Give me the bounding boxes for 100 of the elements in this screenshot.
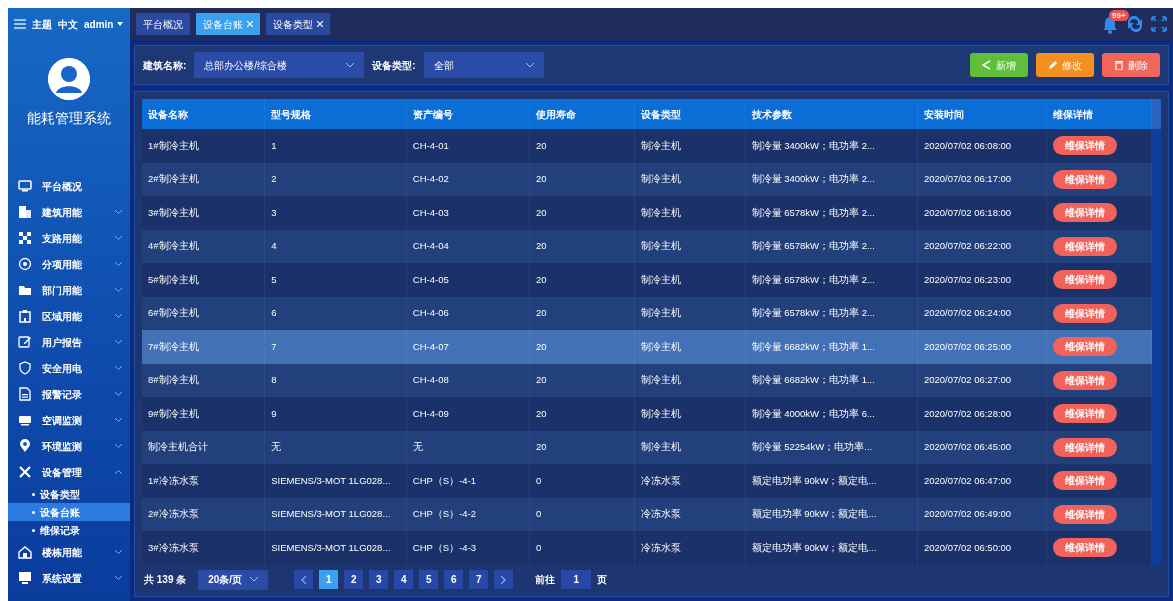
table-cell: 5 <box>265 263 407 297</box>
table-cell: 2020/07/02 06:50:00 <box>917 531 1048 565</box>
table-cell: 20 <box>530 196 635 230</box>
user-menu[interactable]: admin <box>84 16 124 32</box>
theme-link[interactable]: 主题 <box>32 16 52 32</box>
table-cell: 额定电功率 90kW；额定电... <box>745 464 918 498</box>
page-button[interactable]: 7 <box>469 570 489 589</box>
tab[interactable]: 平台概况 <box>136 13 190 35</box>
table-row[interactable]: 9#制冷主机 9 CH-4-09 20 制冷主机 制冷量 4000kW；电功率 6... 2020/07/02 06:28:00 维保详情 <box>142 397 1152 431</box>
table-cell: 20 <box>530 397 635 431</box>
table-row[interactable]: 3#制冷主机 3 CH-4-03 20 制冷主机 制冷量 6578kW；电功率 2... 2020/07/02 06:18:00 维保详情 <box>142 196 1152 230</box>
sidebar-item[interactable]: 建筑用能 <box>8 199 130 225</box>
folder-icon <box>18 283 32 297</box>
table-row[interactable]: 制冷主机合计 无 无 20 制冷主机 制冷量 52254kW；电功率... 2020/07/02 06:45:00 维保详情 <box>142 430 1152 464</box>
table-row[interactable]: 7#制冷主机 7 CH-4-07 20 制冷主机 制冷量 6682kW；电功率 1... 2020/07/02 06:25:00 维保详情 <box>142 330 1152 364</box>
table-cell: 20 <box>530 129 635 163</box>
chevron-down-icon <box>250 577 259 582</box>
submenu-item[interactable]: 维保记录 <box>8 521 130 539</box>
monitor-icon <box>18 179 32 193</box>
goto-label: 前往 <box>535 573 556 587</box>
house-icon <box>18 545 32 559</box>
tab[interactable]: 设备类型 <box>266 13 330 35</box>
page-button[interactable]: 2 <box>344 570 364 589</box>
page-input[interactable]: 1 <box>561 570 592 589</box>
sidebar-item[interactable]: 支路用能 <box>8 225 130 251</box>
sidebar-item[interactable]: 楼栋用能 <box>8 539 130 565</box>
sidebar-item[interactable]: 区域用能 <box>8 303 130 329</box>
table-row[interactable]: 1#制冷主机 1 CH-4-01 20 制冷主机 制冷量 3400kW；电功率 2... 2020/07/02 06:08:00 维保详情 <box>142 129 1152 163</box>
table-cell: 1#制冷主机 <box>142 129 266 163</box>
table-cell: 冷冻水泵 <box>634 531 746 565</box>
page-button[interactable]: 4 <box>394 570 414 589</box>
table-cell: 3 <box>265 196 407 230</box>
page-button[interactable]: 3 <box>369 570 389 589</box>
table-row[interactable]: 1#冷冻水泵 SIEMENS/3-MOT 1LG028... CHP（S）-4-1 0 冷冻水泵 额定电功率 90kW；额定电... 2020/07/02 06:47:00 维保详情 <box>142 464 1152 498</box>
sidebar-item[interactable]: 报警记录 <box>8 381 130 407</box>
chevron-down-icon <box>346 62 355 68</box>
table-row[interactable]: 4#制冷主机 4 CH-4-04 20 制冷主机 制冷量 6578kW；电功率 2... 2020/07/02 06:22:00 维保详情 <box>142 229 1152 263</box>
table-cell: 制冷主机 <box>634 196 746 230</box>
refresh-icon[interactable] <box>1125 15 1145 33</box>
page-button[interactable]: 6 <box>444 570 464 589</box>
table-row[interactable]: 2#冷冻水泵 SIEMENS/3-MOT 1LG028... CHP（S）-4-2 0 冷冻水泵 额定电功率 90kW；额定电... 2020/07/02 06:49:00 维保详情 <box>142 497 1152 531</box>
table-cell: CH-4-03 <box>406 196 530 230</box>
table-cell: 5#制冷主机 <box>142 263 266 297</box>
table-row[interactable]: 6#制冷主机 6 CH-4-06 20 制冷主机 制冷量 6578kW；电功率 2... 2020/07/02 06:24:00 维保详情 <box>142 296 1152 330</box>
table-cell: 0 <box>530 464 635 498</box>
table-cell: 制冷量 6578kW；电功率 2... <box>745 196 918 230</box>
submenu-item[interactable]: 设备台账 <box>8 503 130 521</box>
table-cell: CHP（S）-4-3 <box>406 531 530 565</box>
table-cell: 2020/07/02 06:28:00 <box>917 397 1048 431</box>
table-cell: 20 <box>530 263 635 297</box>
page-button[interactable]: 5 <box>419 570 439 589</box>
sidebar-item[interactable]: 分项用能 <box>8 251 130 277</box>
location-pin-icon <box>18 439 32 453</box>
sidebar-item[interactable]: 空调监测 <box>8 407 130 433</box>
building-icon <box>18 205 32 219</box>
next-page-button[interactable] <box>494 570 514 589</box>
table-cell: 制冷主机 <box>634 330 746 364</box>
table-cell: 9 <box>265 397 407 431</box>
table-cell: 制冷主机 <box>634 263 746 297</box>
table-cell: 0 <box>530 531 635 565</box>
table-cell: 2020/07/02 06:47:00 <box>917 464 1048 498</box>
fullscreen-icon[interactable] <box>1151 16 1167 32</box>
notification-badge: 99+ <box>1109 10 1129 21</box>
table-row[interactable]: 8#制冷主机 8 CH-4-08 20 制冷主机 制冷量 6682kW；电功率 1... 2020/07/02 06:27:00 维保详情 <box>142 363 1152 397</box>
submenu-item[interactable]: 设备类型 <box>8 485 130 503</box>
scrollbar[interactable] <box>1152 99 1161 565</box>
type-select[interactable]: 全部 <box>423 52 544 78</box>
caret-icon <box>117 22 124 26</box>
sidebar-item[interactable]: 安全用电 <box>8 355 130 381</box>
table-row[interactable]: 5#制冷主机 5 CH-4-05 20 制冷主机 制冷量 6578kW；电功率 2... 2020/07/02 06:23:00 维保详情 <box>142 263 1152 297</box>
share-icon <box>982 60 992 70</box>
table-row[interactable]: 2#制冷主机 2 CH-4-02 20 制冷主机 制冷量 3400kW；电功率 2... 2020/07/02 06:17:00 维保详情 <box>142 162 1152 196</box>
table-cell: 2020/07/02 06:25:00 <box>917 330 1048 364</box>
sidebar-item[interactable]: 用户报告 <box>8 329 130 355</box>
filter-label: 建筑名称: <box>143 58 187 73</box>
computer-icon <box>18 571 32 585</box>
pencil-icon <box>1048 60 1058 70</box>
table-cell: 7 <box>265 330 407 364</box>
sidebar-item[interactable]: 环境监测 <box>8 433 130 459</box>
table-cell: CH-4-01 <box>406 129 530 163</box>
sidebar-item[interactable]: 平台概况 <box>8 173 130 199</box>
sidebar-item[interactable]: 系统设置 <box>8 565 130 591</box>
sidebar-item[interactable]: 部门用能 <box>8 277 130 303</box>
building-select[interactable]: 总部办公楼/综合楼 <box>194 52 365 78</box>
table-cell: CH-4-05 <box>406 263 530 297</box>
table-row[interactable]: 3#冷冻水泵 SIEMENS/3-MOT 1LG028... CHP（S）-4-3 0 冷冻水泵 额定电功率 90kW；额定电... 2020/07/02 06:50:00 维保详情 <box>142 531 1152 565</box>
tools-icon <box>18 465 32 479</box>
prev-page-button[interactable] <box>294 570 314 589</box>
page-size-select[interactable]: 20条/页 <box>198 569 269 590</box>
table-cell: 制冷量 3400kW；电功率 2... <box>745 129 918 163</box>
language-link[interactable]: 中文 <box>58 16 78 32</box>
edit-icon <box>18 335 32 349</box>
table-cell: 20 <box>530 330 635 364</box>
menu-icon[interactable] <box>14 19 26 29</box>
sidebar-item[interactable]: 设备管理 <box>8 459 130 485</box>
chevron-right-icon <box>501 575 507 584</box>
close-icon <box>247 21 253 27</box>
total-count: 共 139 条 <box>144 573 187 587</box>
target-icon <box>18 257 32 271</box>
table-cell: 1 <box>265 129 407 163</box>
